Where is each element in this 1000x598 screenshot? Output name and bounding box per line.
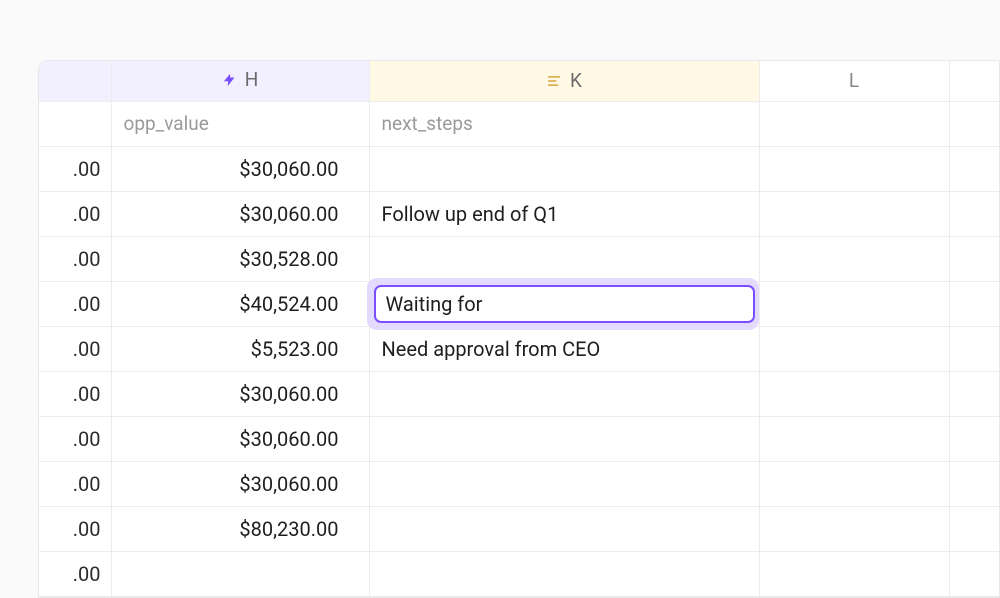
opp-value-cell[interactable]: $30,060.00 — [111, 146, 369, 191]
table-row: .00 $30,060.00 Follow up end of Q1 — [39, 191, 1000, 236]
cell[interactable] — [949, 551, 1000, 596]
opp-value-cell[interactable]: $30,060.00 — [111, 191, 369, 236]
field-name-h[interactable]: opp_value — [111, 101, 369, 146]
next-steps-cell-editing[interactable] — [369, 281, 759, 326]
align-left-icon — [546, 74, 562, 88]
opp-value-cell[interactable]: $40,524.00 — [111, 281, 369, 326]
next-steps-cell[interactable]: Need approval from CEO — [369, 326, 759, 371]
spreadsheet[interactable]: H K L opp_value next_steps .00 $30,060.0… — [38, 60, 1000, 598]
cell[interactable] — [949, 461, 1000, 506]
table-row: .00 $30,528.00 — [39, 236, 1000, 281]
cell[interactable] — [759, 326, 949, 371]
cell[interactable] — [949, 416, 1000, 461]
column-letter: H — [245, 68, 259, 91]
next-steps-cell[interactable] — [369, 506, 759, 551]
table-row: .00 $5,523.00 Need approval from CEO — [39, 326, 1000, 371]
next-steps-cell[interactable] — [369, 416, 759, 461]
stub-cell[interactable]: .00 — [39, 146, 111, 191]
column-header-row: H K L — [39, 61, 1000, 101]
cell[interactable] — [759, 461, 949, 506]
cell[interactable] — [759, 416, 949, 461]
corner-cell — [39, 61, 111, 101]
field-name-m[interactable] — [949, 101, 1000, 146]
grid[interactable]: H K L opp_value next_steps .00 $30,060.0… — [39, 61, 1000, 597]
table-row: .00 $30,060.00 — [39, 461, 1000, 506]
opp-value-cell[interactable]: $30,060.00 — [111, 416, 369, 461]
cell[interactable] — [759, 191, 949, 236]
opp-value-cell[interactable]: $30,528.00 — [111, 236, 369, 281]
stub-cell[interactable]: .00 — [39, 371, 111, 416]
table-row: .00 $30,060.00 — [39, 146, 1000, 191]
table-row: .00 — [39, 551, 1000, 596]
next-steps-cell[interactable] — [369, 371, 759, 416]
stub-cell[interactable]: .00 — [39, 506, 111, 551]
cell[interactable] — [759, 506, 949, 551]
table-row: .00 $30,060.00 — [39, 416, 1000, 461]
field-name-row: opp_value next_steps — [39, 101, 1000, 146]
stub-cell[interactable]: .00 — [39, 416, 111, 461]
opp-value-cell[interactable] — [111, 551, 369, 596]
stub-cell[interactable] — [39, 101, 111, 146]
cell[interactable] — [949, 371, 1000, 416]
stub-cell[interactable]: .00 — [39, 236, 111, 281]
cell[interactable] — [949, 281, 1000, 326]
cell-editor-input[interactable] — [374, 285, 755, 323]
table-row: .00 $80,230.00 — [39, 506, 1000, 551]
cell[interactable] — [949, 191, 1000, 236]
stub-cell[interactable]: .00 — [39, 281, 111, 326]
cell[interactable] — [759, 551, 949, 596]
column-header-h[interactable]: H — [111, 61, 369, 101]
cell[interactable] — [759, 371, 949, 416]
next-steps-cell[interactable] — [369, 146, 759, 191]
column-header-k[interactable]: K — [369, 61, 759, 101]
next-steps-cell[interactable] — [369, 236, 759, 281]
cell[interactable] — [759, 236, 949, 281]
table-row: .00 $40,524.00 — [39, 281, 1000, 326]
next-steps-cell[interactable] — [369, 461, 759, 506]
cell[interactable] — [949, 326, 1000, 371]
stub-cell[interactable]: .00 — [39, 461, 111, 506]
cell[interactable] — [949, 236, 1000, 281]
opp-value-cell[interactable]: $5,523.00 — [111, 326, 369, 371]
cell[interactable] — [949, 146, 1000, 191]
stub-cell[interactable]: .00 — [39, 551, 111, 596]
cell[interactable] — [949, 506, 1000, 551]
column-header-l[interactable]: L — [759, 61, 949, 101]
column-letter: K — [570, 69, 582, 92]
opp-value-cell[interactable]: $30,060.00 — [111, 461, 369, 506]
field-name-k[interactable]: next_steps — [369, 101, 759, 146]
stub-cell[interactable]: .00 — [39, 191, 111, 236]
lightning-icon — [222, 71, 237, 89]
column-letter: L — [849, 69, 859, 92]
next-steps-cell[interactable]: Follow up end of Q1 — [369, 191, 759, 236]
cell[interactable] — [759, 281, 949, 326]
table-row: .00 $30,060.00 — [39, 371, 1000, 416]
next-steps-cell[interactable] — [369, 551, 759, 596]
opp-value-cell[interactable]: $30,060.00 — [111, 371, 369, 416]
opp-value-cell[interactable]: $80,230.00 — [111, 506, 369, 551]
cell[interactable] — [759, 146, 949, 191]
column-header-m[interactable] — [949, 61, 1000, 101]
stub-cell[interactable]: .00 — [39, 326, 111, 371]
field-name-l[interactable] — [759, 101, 949, 146]
